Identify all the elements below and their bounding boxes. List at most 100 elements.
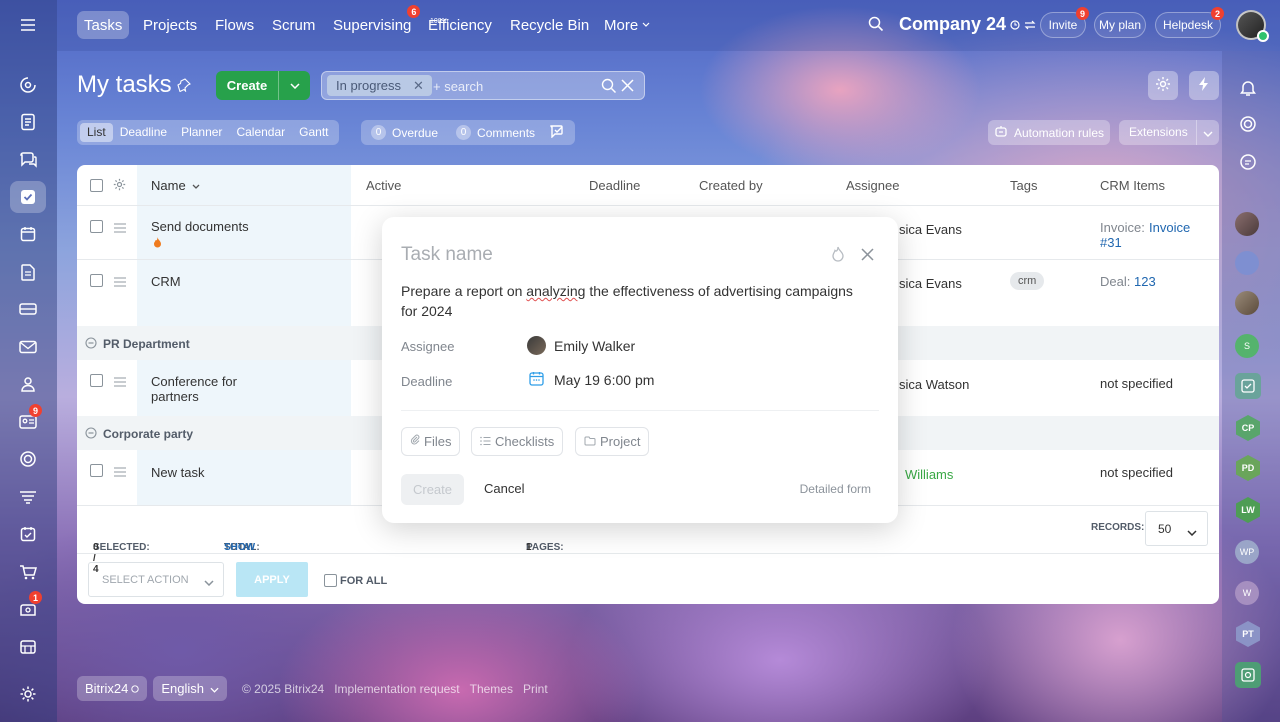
extensions-button[interactable]: Extensions (1119, 120, 1219, 145)
detailed-form-link[interactable]: Detailed form (800, 482, 871, 496)
group-avatar[interactable] (1235, 251, 1259, 275)
nav-efficiency[interactable]: 100% Efficiency (421, 11, 499, 39)
close-icon[interactable]: ✕ (413, 78, 424, 94)
filter-funnel-icon[interactable] (10, 481, 46, 513)
nav-recycle-bin[interactable]: Recycle Bin (503, 11, 596, 39)
select-all-checkbox[interactable] (90, 179, 103, 192)
task-name-input[interactable]: Task name (401, 244, 493, 266)
assignee-name[interactable]: sica Evans (899, 276, 962, 291)
drive-icon[interactable] (10, 293, 46, 325)
files-button[interactable]: Files (401, 427, 461, 456)
nav-scrum[interactable]: Scrum (265, 11, 322, 39)
column-header-active[interactable]: Active (366, 178, 401, 193)
nav-projects[interactable]: Projects (136, 11, 204, 39)
project-button[interactable]: Project (575, 427, 650, 456)
task-name-link[interactable]: Send documents (151, 219, 249, 234)
tab-deadline[interactable]: Deadline (113, 123, 174, 142)
tag-badge[interactable]: crm (1010, 272, 1045, 290)
booking-icon[interactable] (10, 518, 46, 550)
tasks-icon[interactable] (10, 181, 46, 213)
deadline-field[interactable]: May 19 6:00 pm (529, 371, 654, 389)
drag-handle-icon[interactable] (114, 375, 126, 390)
flame-priority-icon[interactable] (831, 246, 845, 266)
lightning-button[interactable] (1189, 71, 1219, 100)
themes-link[interactable]: Themes (470, 682, 513, 696)
task-name-link[interactable]: New task (151, 465, 204, 480)
column-settings-gear-icon[interactable] (113, 178, 126, 194)
column-header-created-by[interactable]: Created by (699, 178, 763, 193)
chevron-down-icon[interactable] (1203, 126, 1213, 140)
notifications-bell-icon[interactable] (1235, 75, 1261, 101)
row-checkbox[interactable] (90, 374, 103, 387)
column-header-name[interactable]: Name (151, 178, 200, 193)
for-all-checkbox[interactable] (324, 574, 337, 587)
employees-icon[interactable] (10, 368, 46, 400)
copilot-spiral-icon[interactable] (1235, 111, 1261, 137)
nav-tasks[interactable]: Tasks (77, 11, 130, 39)
copilot-icon[interactable] (10, 69, 46, 101)
tab-list[interactable]: List (80, 123, 113, 142)
assignee-name[interactable]: sica Evans (899, 222, 962, 237)
dialog-cancel-button[interactable]: Cancel (484, 481, 524, 496)
nav-more[interactable]: More (597, 11, 657, 39)
clear-icon[interactable] (621, 79, 634, 95)
crm-item-link[interactable]: 123 (1134, 274, 1156, 289)
assignee-name[interactable]: Williams (905, 467, 953, 482)
print-link[interactable]: Print (523, 682, 548, 696)
assignee-field[interactable]: Emily Walker (527, 336, 635, 355)
contact-center-icon[interactable]: 9 (10, 404, 46, 438)
task-name-link[interactable]: Conference for (151, 374, 237, 389)
column-header-deadline[interactable]: Deadline (589, 178, 640, 193)
nav-flows[interactable]: Flows (208, 11, 261, 39)
menu-icon[interactable] (10, 9, 46, 41)
tab-calendar[interactable]: Calendar (229, 123, 292, 142)
create-button[interactable]: Create (216, 71, 310, 100)
collapse-icon[interactable] (85, 337, 97, 352)
assignee-name[interactable]: sica Watson (899, 377, 969, 392)
apply-button[interactable]: APPLY (236, 562, 308, 597)
contact-avatar[interactable] (1235, 291, 1259, 315)
task-description[interactable]: Prepare a report on analyzing the effect… (401, 281, 871, 321)
helpdesk-button[interactable]: Helpdesk 2 (1155, 7, 1224, 38)
feed-icon[interactable] (10, 106, 46, 138)
comments-counter[interactable]: 0 Comments (456, 125, 535, 140)
implementation-request-link[interactable]: Implementation request (334, 682, 459, 696)
invite-button[interactable]: Invite 9 (1040, 7, 1089, 38)
store-icon[interactable] (10, 631, 46, 663)
column-header-crm-items[interactable]: CRM Items (1100, 178, 1165, 193)
sites-icon[interactable]: 1 (10, 591, 46, 625)
contact-avatar-w[interactable]: W (1235, 581, 1259, 605)
search-box-icon[interactable] (1235, 662, 1261, 688)
company-name[interactable]: Company 24 (899, 14, 1036, 35)
shop-cart-icon[interactable] (10, 556, 46, 588)
drag-handle-icon[interactable] (114, 465, 126, 480)
bitrix24-brand[interactable]: Bitrix24 (77, 676, 148, 701)
crm-icon[interactable] (10, 443, 46, 475)
contact-avatar-wp[interactable]: WP (1235, 540, 1259, 564)
task-name-link-line2[interactable]: partners (151, 389, 199, 404)
column-header-assignee[interactable]: Assignee (846, 178, 899, 193)
mail-icon[interactable] (10, 331, 46, 363)
row-checkbox[interactable] (90, 220, 103, 233)
contact-avatar[interactable] (1235, 212, 1259, 236)
chevron-down-icon[interactable] (279, 82, 310, 89)
close-icon[interactable] (861, 248, 874, 264)
filter-chip[interactable]: In progress ✕ (327, 75, 432, 96)
user-avatar[interactable] (1236, 10, 1269, 42)
drag-handle-icon[interactable] (114, 221, 126, 236)
dialog-create-button[interactable]: Create (401, 474, 464, 505)
drag-handle-icon[interactable] (114, 275, 126, 290)
crm-item-link[interactable]: Invoice (1149, 220, 1190, 235)
open-channel-icon[interactable] (1235, 373, 1261, 399)
crm-item-link-number[interactable]: #31 (1100, 235, 1122, 250)
checklists-button[interactable]: Checklists (471, 427, 564, 456)
chat-icon[interactable] (10, 144, 46, 176)
messenger-icon[interactable] (1235, 149, 1261, 175)
search-input[interactable] (433, 76, 593, 96)
automation-rules-button[interactable]: Automation rules (988, 120, 1110, 145)
task-name-link[interactable]: CRM (151, 274, 181, 289)
nav-supervising[interactable]: Supervising 6 (326, 5, 421, 39)
read-all-icon[interactable] (549, 124, 565, 141)
settings-gear-button[interactable] (1148, 71, 1178, 100)
documents-icon[interactable] (10, 256, 46, 288)
